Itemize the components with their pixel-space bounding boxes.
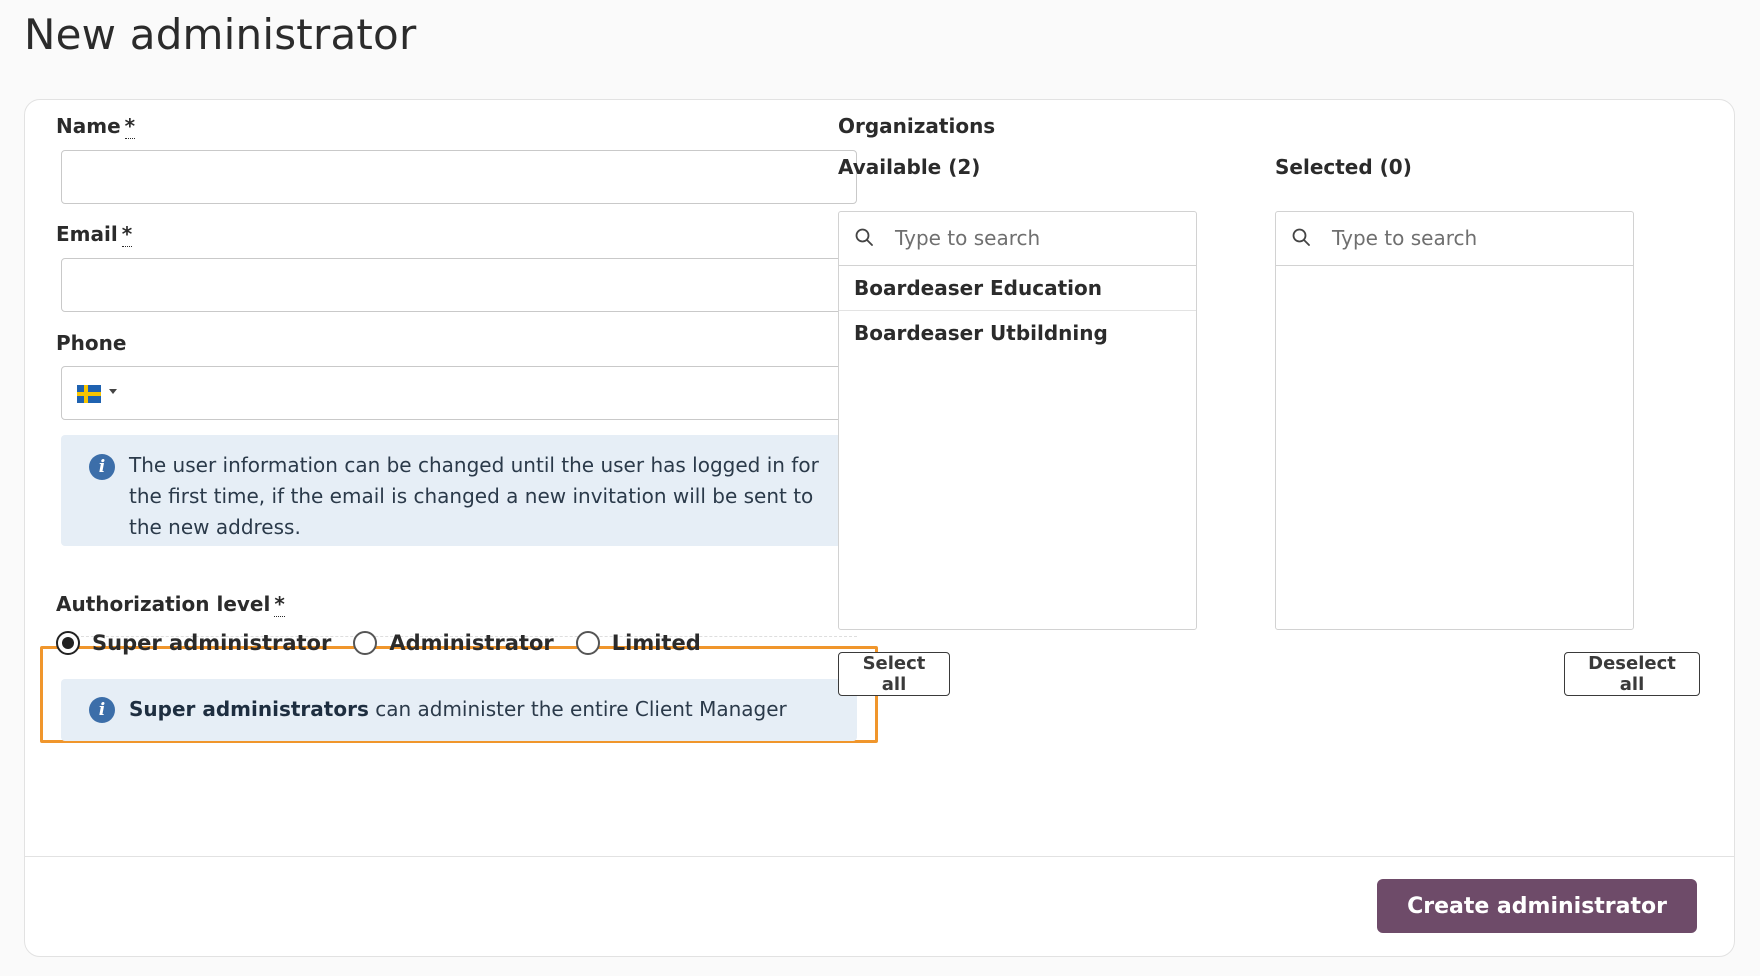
- radio-button[interactable]: [575, 631, 600, 655]
- radio-label: Super administrator: [92, 631, 332, 655]
- user-info-note-text: The user information can be changed unti…: [129, 453, 819, 539]
- phone-field: [61, 366, 857, 420]
- name-label-text: Name: [56, 114, 121, 138]
- footer-divider: [25, 856, 1734, 857]
- authorization-label-text: Authorization level: [56, 592, 271, 616]
- name-label: Name *: [56, 114, 136, 139]
- create-administrator-button[interactable]: Create administrator: [1377, 879, 1697, 933]
- available-list: Type to search Boardeaser Education Boar…: [838, 211, 1197, 630]
- available-search-placeholder[interactable]: Type to search: [895, 226, 1040, 250]
- selected-search-placeholder[interactable]: Type to search: [1332, 226, 1477, 250]
- page-title: New administrator: [24, 10, 417, 59]
- administrator-form-card: Name * Email * Phone i The user informatio…: [24, 99, 1735, 957]
- selected-list: Type to search: [1275, 211, 1634, 630]
- phone-input[interactable]: [124, 368, 855, 418]
- organizations-title: Organizations: [838, 114, 996, 138]
- radio-button-checked[interactable]: [56, 631, 80, 655]
- required-mark: *: [274, 592, 285, 617]
- phone-label: Phone: [56, 331, 127, 355]
- deselect-all-button[interactable]: Deselect all: [1564, 652, 1700, 696]
- list-item[interactable]: Boardeaser Utbildning: [839, 311, 1196, 356]
- email-input[interactable]: [61, 258, 857, 312]
- email-label: Email *: [56, 222, 133, 247]
- info-icon: i: [89, 454, 115, 480]
- user-info-note: i The user information can be changed un…: [61, 435, 857, 546]
- authorization-note-rest: can administer the entire Client Manager: [368, 697, 787, 721]
- search-icon: [1292, 228, 1310, 246]
- radio-label: Limited: [611, 631, 701, 655]
- authorization-note-text: Super administrators can administer the …: [129, 694, 827, 725]
- radio-button[interactable]: [353, 631, 378, 655]
- select-all-button[interactable]: Select all: [838, 652, 950, 696]
- name-input[interactable]: [61, 150, 857, 204]
- list-item[interactable]: Boardeaser Education: [839, 266, 1196, 311]
- email-label-text: Email: [56, 222, 118, 246]
- selected-search[interactable]: Type to search: [1276, 212, 1633, 266]
- required-mark: *: [121, 222, 133, 247]
- authorization-note-bold: Super administrators: [129, 697, 369, 721]
- authorization-label: Authorization level *: [56, 592, 285, 617]
- radio-super-administrator[interactable]: Super administrator: [56, 631, 331, 655]
- radio-label: Administrator: [389, 631, 554, 655]
- required-mark: *: [124, 114, 136, 139]
- available-search[interactable]: Type to search: [839, 212, 1196, 266]
- info-icon: i: [89, 697, 115, 723]
- authorization-radio-group: Super administrator Administrator Limite…: [56, 628, 723, 658]
- available-label: Available (2): [838, 155, 981, 179]
- sweden-flag-icon[interactable]: [77, 385, 101, 403]
- radio-administrator[interactable]: Administrator: [353, 631, 554, 655]
- chevron-down-icon[interactable]: [109, 389, 117, 394]
- search-icon: [855, 228, 873, 246]
- radio-limited[interactable]: Limited: [575, 631, 701, 655]
- selected-label: Selected (0): [1275, 155, 1412, 179]
- authorization-note: i Super administrators can administer th…: [61, 679, 857, 741]
